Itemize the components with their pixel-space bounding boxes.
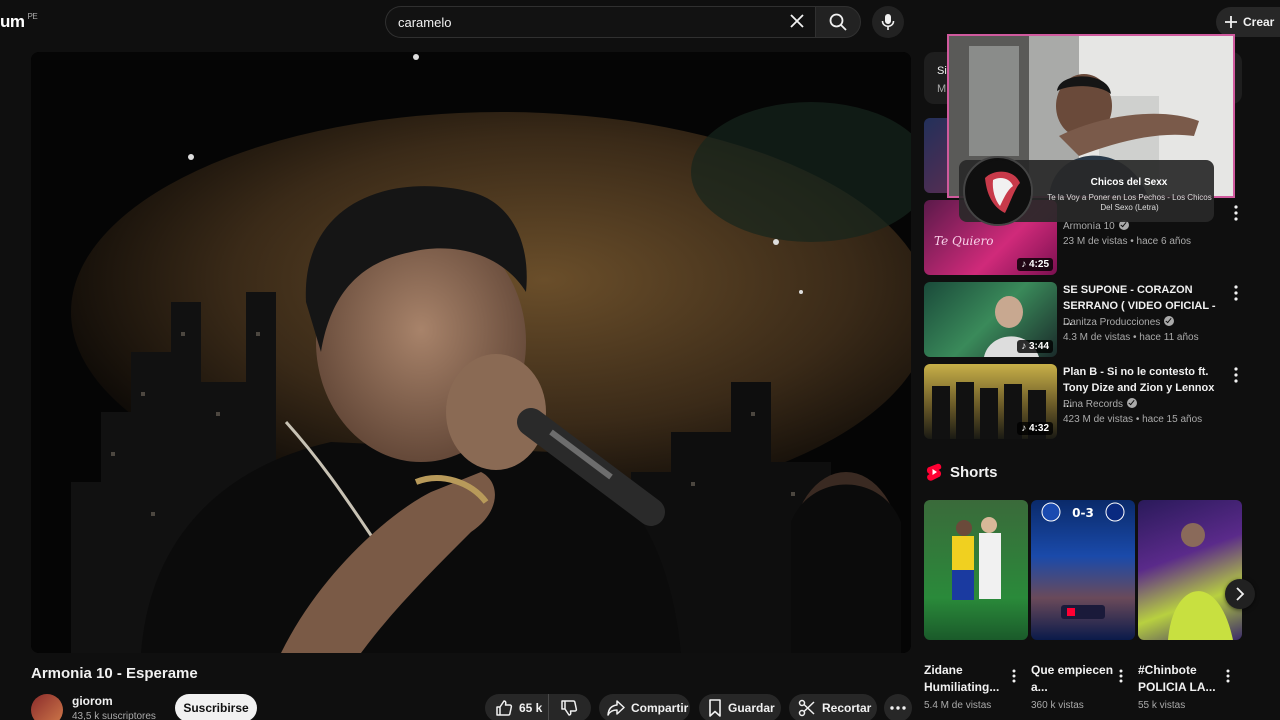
clip-label: Recortar [822,701,872,715]
more-vertical-icon[interactable] [1116,668,1126,684]
list-item[interactable]: ♪ 4:32 Plan B - Si no le contesto ft. To… [924,364,1244,440]
scissors-icon [798,699,815,717]
short-art [1168,523,1233,640]
plus-icon [1225,16,1237,28]
video-thumbnail[interactable]: ♪ 3:44 [924,282,1057,357]
more-vertical-icon[interactable] [1230,204,1242,222]
save-button[interactable]: Guardar [699,694,781,720]
video-meta: 23 M de vistas • hace 6 años [1063,236,1192,247]
list-item[interactable]: ♪ 3:44 SE SUPONE - CORAZON SERRANO ( VID… [924,282,1244,358]
more-vertical-icon[interactable] [1009,668,1019,684]
now-playing-overlay: Chicos del Sexx Te la Voy a Poner en Los… [959,156,1214,226]
search-icon [829,13,847,31]
video-thumbnail[interactable]: ♪ 4:32 [924,364,1057,439]
create-label: Crear [1243,15,1275,29]
search-input[interactable] [398,12,778,32]
search-button[interactable] [815,6,861,38]
video-frame [31,52,911,653]
short-views: 55 k vistas [1138,700,1186,711]
channel-avatar[interactable] [31,694,63,720]
duration-badge: ♪ 4:32 [1017,422,1053,435]
short-art [952,517,1001,600]
now-playing-artist: Chicos del Sexx [1090,177,1168,188]
close-icon [790,14,804,28]
verified-icon [1127,398,1138,408]
microphone-icon [881,14,895,30]
subscriber-count: 43,5 k suscriptores [72,711,156,720]
region-code: PE [27,12,38,21]
video-meta: 423 M de vistas • hace 15 años [1063,414,1203,425]
more-actions-button[interactable] [884,694,912,720]
thumbs-down-icon [561,700,578,716]
create-button[interactable]: Crear [1216,7,1280,37]
short-thumbnail[interactable]: 0-3 [1031,500,1135,640]
short-title[interactable]: #Chinbote POLICIA LA... [1138,662,1224,696]
share-button[interactable]: Compartir [599,694,690,720]
channel-name[interactable]: Danitza Producciones [1063,316,1175,328]
dislike-button[interactable] [549,694,589,720]
more-vertical-icon[interactable] [1230,284,1242,302]
svg-text:Te Quiero: Te Quiero [934,234,993,248]
more-vertical-icon[interactable] [1223,668,1233,684]
shorts-title: Shorts [950,463,998,481]
album-art [963,156,1033,226]
shorts-next-button[interactable] [1225,579,1255,609]
short-title[interactable]: Que empiecen a... [1031,662,1117,696]
short-thumbnail[interactable] [924,500,1028,640]
clear-search-button[interactable] [785,9,809,33]
bookmark-icon [709,699,721,717]
channel-name[interactable]: giorom [72,694,113,708]
verified-icon [1164,316,1175,326]
more-horizontal-icon [890,706,906,710]
search-box[interactable] [385,6,816,38]
save-label: Guardar [728,701,775,715]
share-label: Compartir [631,701,689,715]
chevron-right-icon [1236,587,1245,601]
duration-badge: ♪ 4:25 [1017,258,1053,271]
short-art: 0-3 [1041,502,1125,619]
logo-text: um [0,12,25,31]
duration-badge: ♪ 3:44 [1017,340,1053,353]
like-button[interactable]: 65 k [485,694,549,720]
shorts-logo-icon [926,463,942,481]
short-title[interactable]: Zidane Humiliating... [924,662,1010,696]
short-views: 360 k vistas [1031,700,1084,711]
channel-name[interactable]: Pina Records [1063,398,1138,410]
more-vertical-icon[interactable] [1230,366,1242,384]
video-title: Armonia 10 - Esperame [31,665,198,682]
svg-text:0-3: 0-3 [1072,506,1094,520]
short-views: 5.4 M de vistas [924,700,992,711]
thumbs-up-icon [496,700,513,716]
short-thumbnail[interactable] [1138,500,1242,640]
shorts-header: Shorts [926,463,998,481]
like-count: 65 k [519,701,543,715]
chip-text-top: Si [937,65,947,77]
video-player[interactable] [31,52,911,653]
album-art-graphic [967,160,1031,224]
chip-text-bottom: M [937,83,947,95]
youtube-logo[interactable]: um PE [0,12,38,32]
clip-button[interactable]: Recortar [789,694,877,720]
share-icon [607,700,625,716]
voice-search-button[interactable] [872,6,904,38]
like-dislike-group: 65 k [485,694,591,720]
subscribe-button[interactable]: Suscribirse [175,694,257,720]
video-meta: 4.3 M de vistas • hace 11 años [1063,332,1199,343]
now-playing-song: Te la Voy a Poner en Los Pechos - Los Ch… [1047,193,1212,212]
